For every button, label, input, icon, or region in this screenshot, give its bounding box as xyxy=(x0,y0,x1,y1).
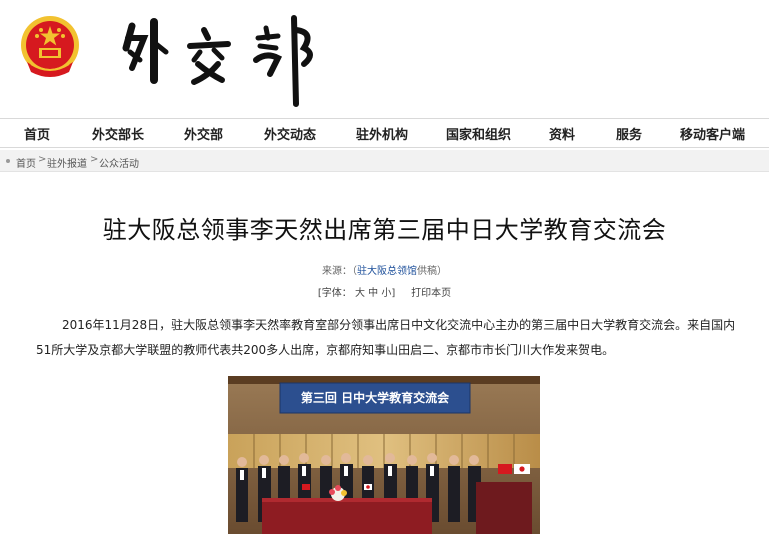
source-label: 来源：（ xyxy=(322,266,357,277)
article-tools: [字体： 大 中 小] 打印本页 xyxy=(0,284,769,299)
nav-item-services[interactable]: 服务 xyxy=(616,124,642,143)
font-size-label: [字体： xyxy=(317,288,352,299)
nav-item-home[interactable]: 首页 xyxy=(24,124,50,143)
article-source: 来源：（驻大阪总领馆供稿） xyxy=(0,262,769,277)
nav-item-missions-abroad[interactable]: 驻外机构 xyxy=(356,124,408,143)
nav-item-diplomatic-news[interactable]: 外交动态 xyxy=(264,124,316,143)
ministry-logo-calligraphy[interactable] xyxy=(118,8,323,108)
article-title: 驻大阪总领事李天然出席第三届中日大学教育交流会 xyxy=(102,216,667,244)
nav-item-mobile-client[interactable]: 移动客户端 xyxy=(680,124,745,143)
site-header xyxy=(0,0,769,118)
source-suffix: 供稿） xyxy=(417,266,447,277)
source-link[interactable]: 驻大阪总领馆 xyxy=(357,266,417,277)
nav-item-countries-orgs[interactable]: 国家和组织 xyxy=(446,124,511,143)
national-emblem-icon[interactable] xyxy=(17,14,83,82)
font-medium-button[interactable]: 中 xyxy=(368,288,378,299)
breadcrumb-home[interactable]: 首页 xyxy=(16,155,36,170)
nav-item-minister[interactable]: 外交部长 xyxy=(92,124,144,143)
font-large-button[interactable]: 大 xyxy=(355,288,365,299)
breadcrumb-separator: > xyxy=(38,154,47,165)
breadcrumb: 首页 > 驻外报道 > 公众活动 xyxy=(0,150,769,172)
font-small-button[interactable]: 小] xyxy=(381,288,395,299)
breadcrumb-public-events[interactable]: 公众活动 xyxy=(99,155,139,170)
article-paragraph: 2016年11月28日，驻大阪总领事李天然率教育室部分领事出席日中文化交流中心主… xyxy=(36,318,736,357)
article-photo: 第三回 日中大学教育交流会 xyxy=(228,376,540,534)
nav-item-ministry[interactable]: 外交部 xyxy=(184,124,223,143)
print-page-button[interactable]: 打印本页 xyxy=(411,288,451,299)
breadcrumb-bullet-icon xyxy=(6,159,10,163)
photo-banner-text: 第三回 日中大学教育交流会 xyxy=(301,390,450,405)
nav-item-resources[interactable]: 资料 xyxy=(549,124,575,143)
breadcrumb-separator: > xyxy=(90,154,99,165)
main-nav: 首页 外交部长 外交部 外交动态 驻外机构 国家和组织 资料 服务 移动客户端 xyxy=(0,118,769,148)
breadcrumb-overseas-reports[interactable]: 驻外报道 xyxy=(47,155,87,170)
